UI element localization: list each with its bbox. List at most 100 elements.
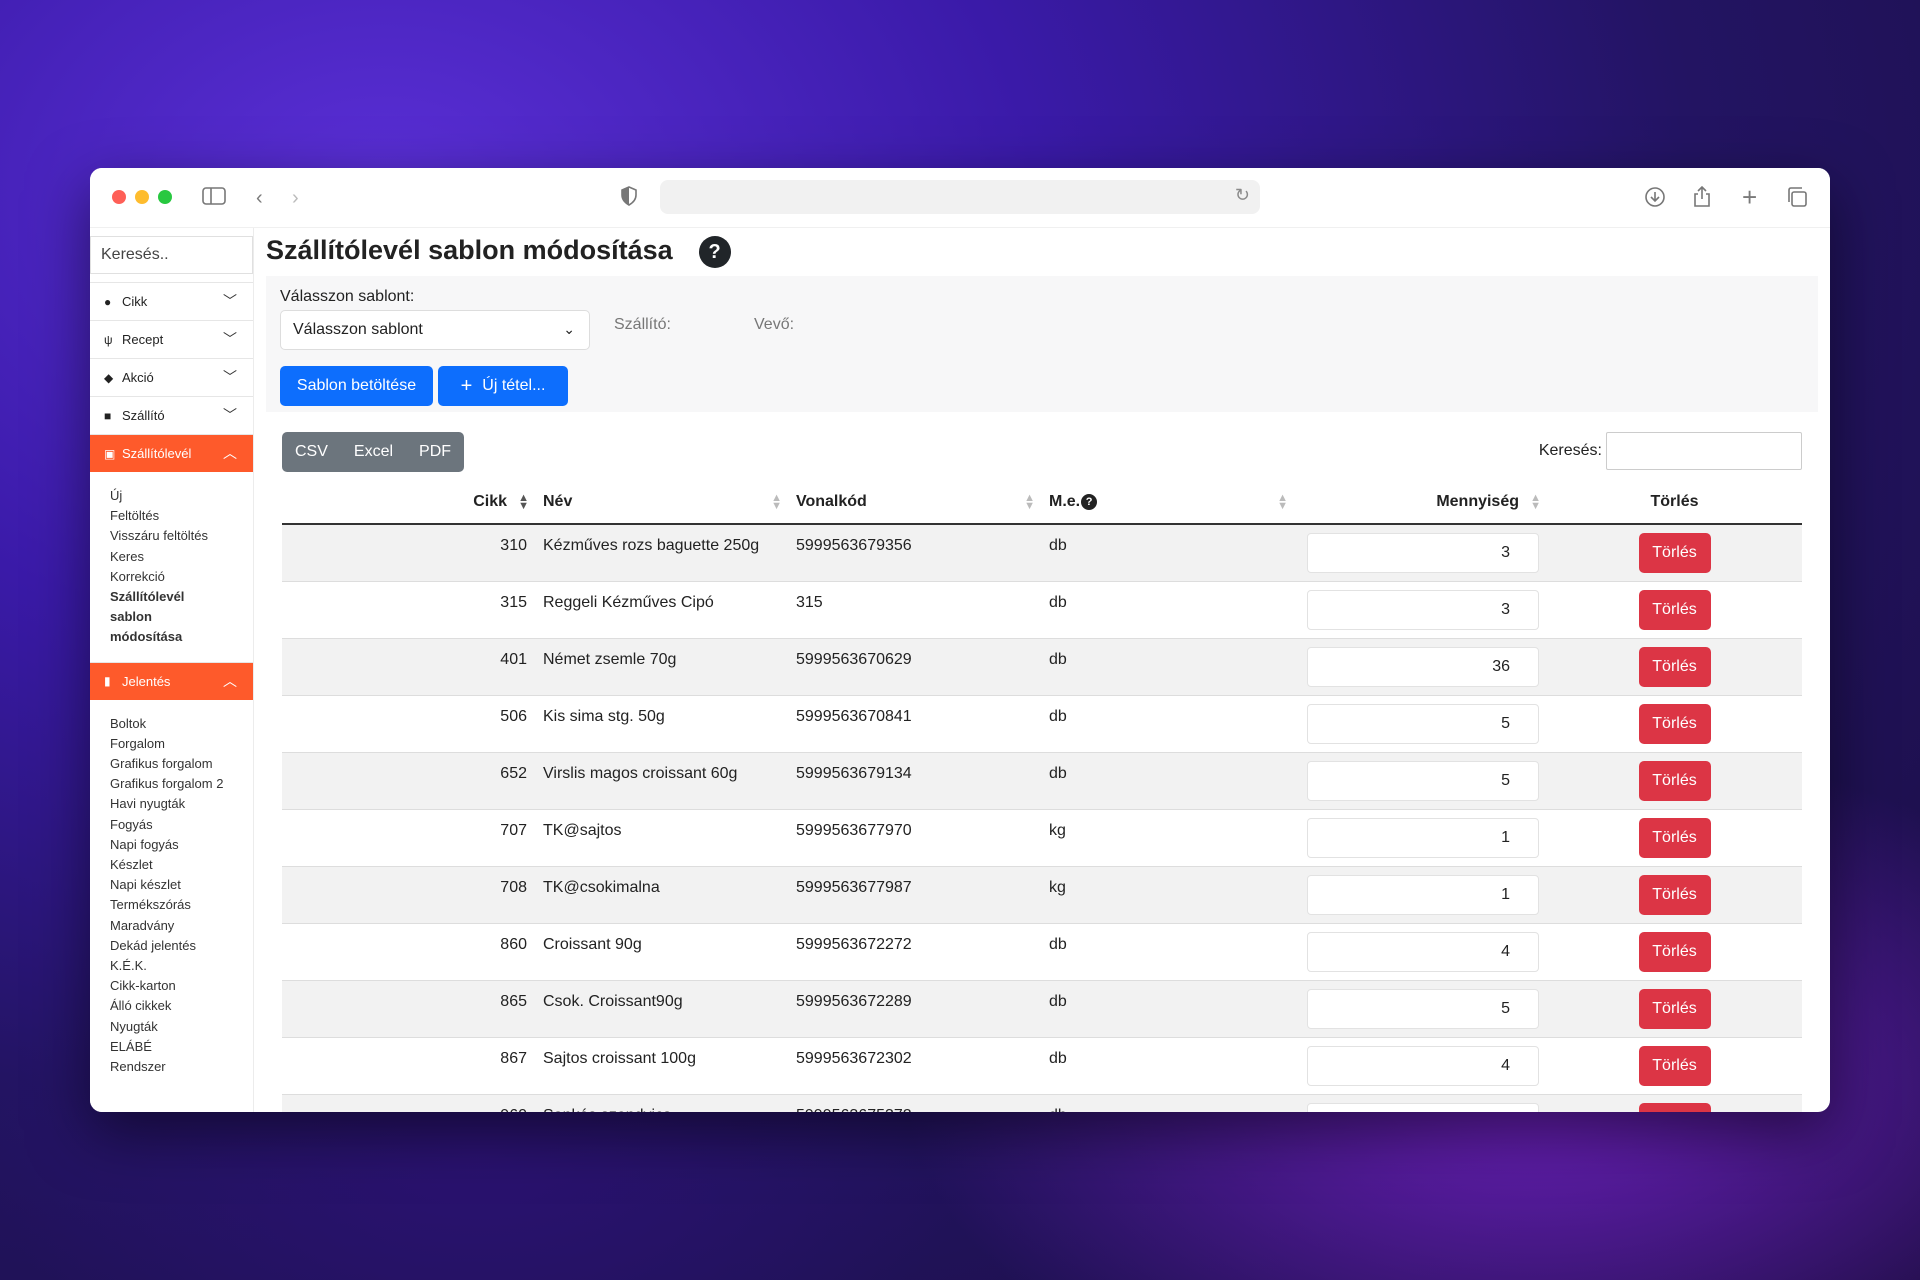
new-item-button[interactable]: + Új tétel... (438, 366, 568, 406)
submenu-item[interactable]: Fogyás (110, 815, 230, 835)
question-icon[interactable]: ? (1081, 493, 1098, 510)
delete-row-button[interactable]: Törlés (1638, 1102, 1711, 1112)
submenu-item[interactable]: Korrekció (110, 567, 253, 587)
submenu-item[interactable]: Visszáru feltöltés (110, 526, 253, 546)
submenu-item[interactable]: Boltok (110, 714, 230, 734)
quantity-input[interactable]: 4 (1307, 931, 1539, 972)
delete-row-button[interactable]: Törlés (1638, 703, 1711, 744)
submenu-item[interactable]: Grafikus forgalom 2 (110, 774, 230, 794)
column-header-nev[interactable]: Név ▲ ▼ (535, 480, 788, 525)
sidebar-item-akcio[interactable]: ◆ Akció ﹀ (90, 358, 253, 396)
table-row: 960 Sonkás szendvics 5999563675372 db 2 … (282, 1094, 1802, 1112)
submenu-item[interactable]: Napi készlet (110, 875, 230, 895)
sidebar-search-input[interactable]: Keresés.. (90, 236, 253, 274)
load-template-button[interactable]: Sablon betöltése (280, 366, 433, 406)
tab-overview-icon[interactable] (1786, 186, 1808, 214)
submenu-item[interactable]: Új (110, 486, 253, 506)
submenu-item[interactable]: Álló cikkek (110, 996, 230, 1016)
browser-window: ‹ › ↻ + Keresés.. ● Cikk ﹀ ψ Recept ﹀ ◆ … (90, 168, 1830, 1112)
table-search-label: Keresés: (1538, 442, 1602, 459)
table-search: Keresés: (1539, 432, 1802, 470)
cell-torles: Törlés (1547, 1094, 1802, 1112)
sidebar-item-szallito[interactable]: ■ Szállító ﹀ (90, 396, 253, 434)
submenu-item[interactable]: K.É.K. (110, 956, 230, 976)
address-bar[interactable]: ↻ (660, 180, 1260, 214)
table-row: 401 Német zsemle 70g 5999563670629 db 36… (282, 638, 1802, 696)
submenu-item[interactable]: Készlet (110, 855, 230, 875)
delete-row-button[interactable]: Törlés (1638, 646, 1711, 687)
back-icon[interactable]: ‹ (256, 186, 263, 210)
quantity-input[interactable]: 5 (1307, 703, 1539, 744)
cell-vonalkod: 5999563679134 (788, 752, 1041, 810)
template-select[interactable]: Válasszon sablont ⌄ (280, 310, 590, 350)
cell-vonalkod: 5999563670841 (788, 695, 1041, 753)
table-header-row: Cikk ▲ ▼ Név ▲ ▼ Vonalkód ▲ ▼ M.e. ? ▲ ▼… (282, 480, 1802, 525)
quantity-input[interactable]: 3 (1307, 589, 1539, 630)
table-row: 315 Reggeli Kézműves Cipó 315 db 3 Törlé… (282, 581, 1802, 639)
cell-mennyiseg: 5 (1294, 980, 1547, 1038)
delete-row-button[interactable]: Törlés (1638, 988, 1711, 1029)
shield-icon[interactable] (620, 186, 638, 212)
submenu-item[interactable]: Dekád jelentés (110, 936, 230, 956)
submenu-item[interactable]: Maradvány (110, 916, 230, 936)
table-search-input[interactable] (1606, 432, 1802, 470)
submenu-item[interactable]: ELÁBÉ (110, 1037, 230, 1057)
delete-row-button[interactable]: Törlés (1638, 533, 1711, 573)
submenu-item[interactable]: Feltöltés (110, 506, 253, 526)
chevron-down-icon: ﹀ (223, 407, 237, 423)
submenu-item-current[interactable]: Szállítólevél sablon módosítása (110, 587, 200, 648)
quantity-input[interactable]: 4 (1307, 1045, 1539, 1086)
submenu-item[interactable]: Nyugták (110, 1017, 230, 1037)
export-excel-button[interactable]: Excel (341, 432, 406, 472)
sidebar-item-recept[interactable]: ψ Recept ﹀ (90, 320, 253, 358)
cell-nev: Csok. Croissant90g (535, 980, 788, 1038)
delete-row-button[interactable]: Törlés (1638, 1045, 1711, 1086)
export-csv-button[interactable]: CSV (282, 432, 341, 472)
export-pdf-button[interactable]: PDF (406, 432, 464, 472)
quantity-input[interactable]: 5 (1307, 988, 1539, 1029)
help-icon[interactable]: ? (698, 236, 731, 268)
delete-row-button[interactable]: Törlés (1638, 589, 1711, 630)
quantity-input[interactable]: 36 (1307, 646, 1539, 687)
cell-mennyiseg: 36 (1294, 638, 1547, 696)
quantity-input[interactable]: 3 (1307, 533, 1539, 573)
delete-row-button[interactable]: Törlés (1638, 931, 1711, 972)
delete-row-button[interactable]: Törlés (1638, 874, 1711, 915)
cell-vonalkod: 5999563670629 (788, 638, 1041, 696)
quantity-input[interactable]: 2 (1307, 1102, 1539, 1112)
share-icon[interactable] (1692, 185, 1712, 214)
close-window-button[interactable] (112, 190, 126, 204)
sidebar-item-jelentes[interactable]: ▮ Jelentés ︿ (90, 661, 253, 700)
quantity-input[interactable]: 5 (1307, 760, 1539, 801)
column-header-mennyiseg[interactable]: Mennyiség ▲ ▼ (1294, 480, 1547, 525)
submenu-item[interactable]: Cikk-karton (110, 976, 230, 996)
quantity-input[interactable]: 1 (1307, 874, 1539, 915)
quantity-input[interactable]: 1 (1307, 817, 1539, 858)
submenu-item[interactable]: Havi nyugták (110, 794, 230, 814)
submenu-item[interactable]: Keres (110, 547, 253, 567)
download-icon[interactable] (1644, 186, 1666, 214)
column-header-me[interactable]: M.e.? ▲ ▼ (1041, 480, 1294, 525)
cell-me: db (1041, 581, 1294, 639)
reload-icon[interactable]: ↻ (1235, 185, 1250, 206)
submenu-item[interactable]: Grafikus forgalom (110, 754, 230, 774)
new-tab-icon[interactable]: + (1742, 184, 1757, 210)
sidebar-item-szallitolevel[interactable]: ▣ Szállítólevél ︿ (90, 434, 253, 472)
cell-nev: TK@sajtos (535, 809, 788, 867)
sidebar-item-cikk[interactable]: ● Cikk ﹀ (90, 282, 253, 320)
zoom-window-button[interactable] (158, 190, 172, 204)
cell-vonalkod: 5999563679356 (788, 524, 1041, 582)
submenu-item[interactable]: Rendszer (110, 1057, 230, 1077)
delete-row-button[interactable]: Törlés (1638, 760, 1711, 801)
submenu-item[interactable]: Napi fogyás (110, 835, 230, 855)
minimize-window-button[interactable] (135, 190, 149, 204)
sidebar-item-label: Recept (122, 332, 164, 347)
submenu-item[interactable]: Forgalom (110, 734, 230, 754)
delete-row-button[interactable]: Törlés (1638, 817, 1711, 858)
submenu-item[interactable]: Termékszórás (110, 895, 230, 915)
column-header-cikk[interactable]: Cikk ▲ ▼ (282, 480, 535, 525)
sidebar-toggle-icon[interactable] (202, 186, 226, 212)
column-header-vonalkod[interactable]: Vonalkód ▲ ▼ (788, 480, 1041, 525)
truck-icon: ■ (104, 408, 112, 423)
forward-icon[interactable]: › (292, 186, 299, 210)
